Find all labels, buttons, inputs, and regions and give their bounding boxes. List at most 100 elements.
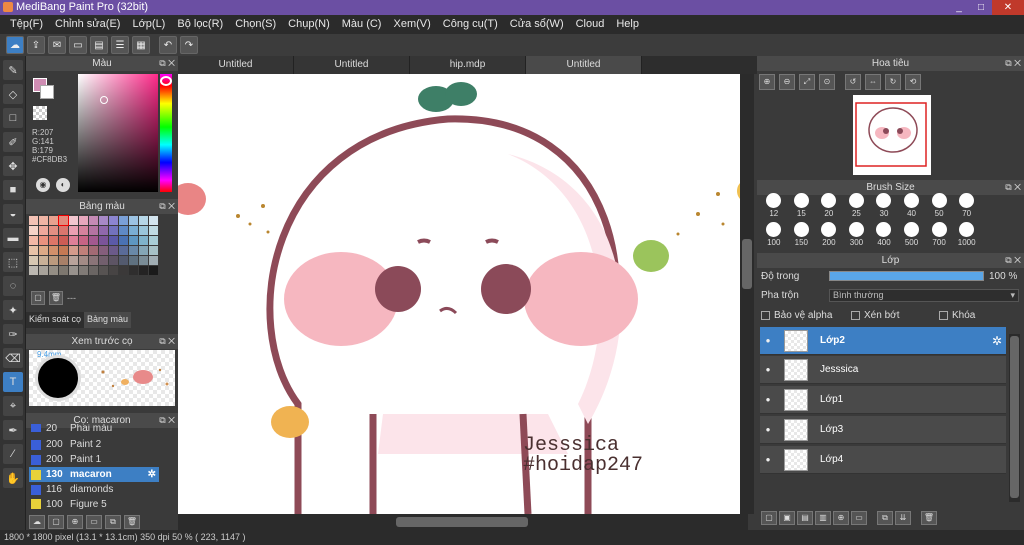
lasso-tool-icon[interactable]: ◌: [3, 276, 23, 296]
brush-size-option[interactable]: 300: [843, 222, 871, 251]
layer-row[interactable]: ● Jesssica: [760, 356, 1006, 384]
brush-size-option[interactable]: [980, 193, 1008, 222]
brush-size-option[interactable]: 100: [760, 222, 788, 251]
brush-size-option[interactable]: 70: [953, 193, 981, 222]
lock-checkbox[interactable]: [939, 311, 948, 320]
palette-swatch[interactable]: [129, 256, 138, 265]
brush-size-option[interactable]: 150: [788, 222, 816, 251]
duplicate-icon[interactable]: ⧉: [877, 511, 893, 525]
palette-swatch[interactable]: [29, 236, 38, 245]
popout-icon[interactable]: ⧉ ✕: [159, 413, 175, 428]
gear-icon[interactable]: ✲: [992, 334, 1002, 348]
flip-icon[interactable]: ⇔: [865, 74, 881, 90]
canvas-horizontal-scrollbar[interactable]: [178, 514, 748, 530]
page-icon[interactable]: ▤: [90, 36, 108, 54]
popout-icon[interactable]: ⧉ ✕: [159, 334, 175, 349]
hue-handle[interactable]: [160, 76, 172, 86]
palette-swatch[interactable]: [59, 246, 68, 255]
palette-swatch[interactable]: [139, 216, 148, 225]
palette-swatch[interactable]: [89, 236, 98, 245]
palette-swatch[interactable]: [79, 216, 88, 225]
clip-option[interactable]: Xén bớt: [851, 310, 899, 321]
palette-swatch[interactable]: [29, 226, 38, 235]
palette-swatch[interactable]: [109, 226, 118, 235]
gear-icon[interactable]: ✲: [148, 469, 156, 480]
palette-swatch[interactable]: [39, 266, 48, 275]
menu-edit[interactable]: Chỉnh sửa(E): [49, 15, 126, 34]
palette-swatch[interactable]: [39, 236, 48, 245]
maximize-button[interactable]: □: [970, 0, 992, 15]
new-8bit-layer-icon[interactable]: ▤: [797, 511, 813, 525]
palette-swatch[interactable]: [149, 266, 158, 275]
brush-size-option[interactable]: 700: [925, 222, 953, 251]
palette-swatch[interactable]: [119, 236, 128, 245]
palette-swatch[interactable]: [69, 266, 78, 275]
cloud-brush-icon[interactable]: ☁: [29, 515, 45, 529]
palette-swatch[interactable]: [59, 236, 68, 245]
blend-mode-select[interactable]: Bình thường ▾: [829, 289, 1019, 302]
layer-row[interactable]: ● Lớp2 ✲: [760, 327, 1006, 355]
palette-swatch[interactable]: [99, 216, 108, 225]
hand-tool-icon[interactable]: ✋: [3, 468, 23, 488]
palette-swatch[interactable]: [69, 256, 78, 265]
palette-swatch[interactable]: [49, 216, 58, 225]
palette-swatch[interactable]: [129, 266, 138, 275]
folder-icon[interactable]: ▭: [86, 515, 102, 529]
palette-swatch[interactable]: [49, 246, 58, 255]
palette-swatch[interactable]: [89, 266, 98, 275]
brush-size-option[interactable]: 20: [815, 193, 843, 222]
rotate-left-icon[interactable]: ↺: [845, 74, 861, 90]
palette-swatch[interactable]: [69, 236, 78, 245]
select-eraser-icon[interactable]: ⌫: [3, 348, 23, 368]
popout-icon[interactable]: ⧉ ✕: [159, 56, 175, 71]
scroll-thumb[interactable]: [396, 517, 528, 527]
saturation-value-picker[interactable]: [78, 74, 158, 192]
palette-swatch[interactable]: [99, 266, 108, 275]
visibility-icon[interactable]: ●: [760, 395, 776, 404]
visibility-icon[interactable]: ●: [760, 455, 776, 464]
hue-slider[interactable]: [160, 74, 172, 192]
palette-swatch[interactable]: [89, 256, 98, 265]
palette-swatch[interactable]: [58, 215, 69, 226]
palette-swatch[interactable]: [29, 266, 38, 275]
add-swatch-icon[interactable]: ▢: [31, 291, 45, 305]
palette-swatch[interactable]: [129, 246, 138, 255]
palette-swatch[interactable]: [99, 236, 108, 245]
add-layer-menu-icon[interactable]: ⊕: [833, 511, 849, 525]
actual-size-icon[interactable]: ⊙: [819, 74, 835, 90]
palette-swatch[interactable]: [139, 256, 148, 265]
menu-help[interactable]: Help: [610, 15, 645, 34]
palette-swatch[interactable]: [119, 226, 128, 235]
brush-size-option[interactable]: 15: [788, 193, 816, 222]
menu-snap[interactable]: Chụp(N): [282, 15, 336, 34]
popout-icon[interactable]: ⧉ ✕: [1005, 253, 1021, 268]
list-item[interactable]: 100 Figure 5: [29, 498, 159, 510]
palette-swatch[interactable]: [39, 226, 48, 235]
palette-swatch[interactable]: [39, 216, 48, 225]
palette-swatch[interactable]: [79, 236, 88, 245]
palette-swatch[interactable]: [139, 236, 148, 245]
bucket-tool-icon[interactable]: ◒: [3, 204, 23, 224]
brush-size-option[interactable]: 30: [870, 193, 898, 222]
brush-size-option[interactable]: 40: [898, 193, 926, 222]
palette-swatch[interactable]: [29, 246, 38, 255]
palette-swatch[interactable]: [49, 266, 58, 275]
menu-file[interactable]: Tệp(F): [4, 15, 49, 34]
palette-swatch[interactable]: [49, 226, 58, 235]
minimize-button[interactable]: _: [948, 0, 970, 15]
brush-size-option[interactable]: 25: [843, 193, 871, 222]
layer-row[interactable]: ● Lớp4: [760, 446, 1006, 474]
menu-layer[interactable]: Lớp(L): [126, 15, 171, 34]
palette-swatch[interactable]: [129, 226, 138, 235]
palette-swatch[interactable]: [149, 256, 158, 265]
zoom-out-icon[interactable]: ⊖: [779, 74, 795, 90]
menu-window[interactable]: Cửa sổ(W): [504, 15, 570, 34]
close-button[interactable]: ✕: [992, 0, 1024, 15]
menu-tools[interactable]: Công cụ(T): [437, 15, 504, 34]
delete-swatch-icon[interactable]: 🗑: [49, 291, 63, 305]
rectangle-tool-icon[interactable]: □: [3, 108, 23, 128]
brush-size-option[interactable]: 50: [925, 193, 953, 222]
picker-cursor[interactable]: [100, 96, 108, 104]
popout-icon[interactable]: ⧉ ✕: [1005, 56, 1021, 71]
popout-icon[interactable]: ⧉ ✕: [159, 199, 175, 214]
